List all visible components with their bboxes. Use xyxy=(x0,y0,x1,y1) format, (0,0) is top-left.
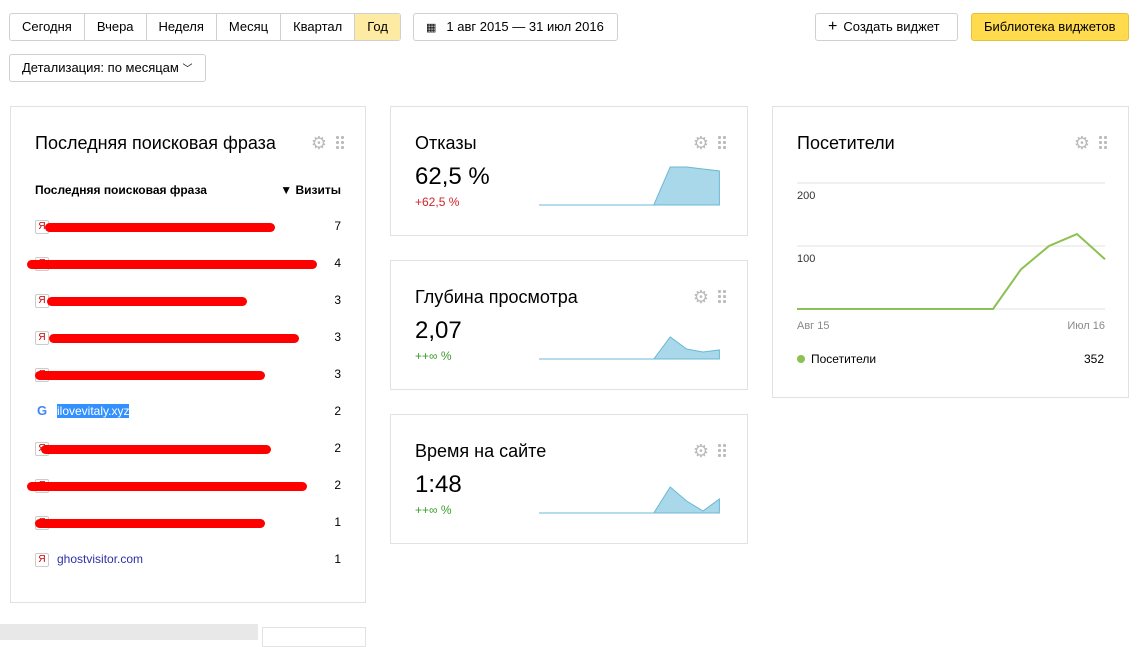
sparkline xyxy=(539,336,720,360)
google-icon: G xyxy=(36,403,48,418)
column-header-phrase[interactable]: Последняя поисковая фраза xyxy=(35,183,207,197)
period-3[interactable]: Месяц xyxy=(217,14,282,40)
yandex-icon: Я xyxy=(35,553,49,567)
visits-count: 2 xyxy=(334,478,341,492)
visits-count: 3 xyxy=(334,330,341,344)
table-row[interactable]: Я3 xyxy=(35,291,341,311)
drag-handle-icon[interactable] xyxy=(717,289,727,305)
gear-icon[interactable]: ⚙ xyxy=(693,134,709,152)
visits-count: 4 xyxy=(334,256,341,270)
widget-title: Время на сайте xyxy=(415,441,547,461)
metric-widget: Глубина просмотра ⚙ 2,07 ++∞ % xyxy=(390,260,748,390)
sparkline-area xyxy=(539,486,720,514)
redaction-scribble xyxy=(27,260,317,269)
date-range-button[interactable]: ▦ 1 авг 2015 — 31 июл 2016 xyxy=(413,13,618,41)
redaction-scribble xyxy=(35,371,265,380)
sparkline-area xyxy=(539,336,720,360)
legend-item: Посетители xyxy=(797,352,876,366)
table-row[interactable]: Я2 xyxy=(35,439,341,459)
gear-icon[interactable]: ⚙ xyxy=(1074,134,1090,152)
gear-icon[interactable]: ⚙ xyxy=(693,288,709,306)
series-line xyxy=(797,232,1106,310)
yandex-icon: Я xyxy=(35,331,49,345)
table-row[interactable]: Яghostvisitor.com 1 xyxy=(35,550,341,570)
redaction-scribble xyxy=(27,482,307,491)
legend-dot-icon xyxy=(797,355,805,363)
table-row[interactable]: Я4 xyxy=(27,254,341,274)
metric-delta: +62,5 % xyxy=(415,195,460,209)
redaction-scribble xyxy=(47,297,247,306)
redaction-scribble xyxy=(41,445,271,454)
sparkline-area xyxy=(539,166,720,206)
visits-count: 1 xyxy=(334,552,341,566)
metric-widget: Отказы ⚙ 62,5 % +62,5 % xyxy=(390,106,748,236)
sparkline xyxy=(539,166,720,206)
visitors-widget: Посетители ⚙ 100 200 Авг 15 Июл 16 Посетите… xyxy=(772,106,1129,398)
create-widget-button[interactable]: + Создать виджет xyxy=(815,13,958,41)
drag-handle-icon[interactable] xyxy=(717,443,727,459)
visitors-total: 352 xyxy=(1083,352,1104,366)
visits-count: 1 xyxy=(334,515,341,529)
widget-title: Посетители xyxy=(797,133,895,153)
drag-handle-icon[interactable] xyxy=(1098,135,1108,151)
widget-title: Глубина просмотра xyxy=(415,287,578,307)
table-row[interactable]: Я3 xyxy=(35,365,341,385)
search-phrase-link[interactable]: ilovevitaly.xyz xyxy=(57,404,130,418)
drag-handle-icon[interactable] xyxy=(335,135,345,151)
redaction-scribble xyxy=(49,334,299,343)
redaction-scribble xyxy=(35,519,265,528)
drag-handle-icon[interactable] xyxy=(717,135,727,151)
metric-value: 62,5 % xyxy=(415,163,490,190)
calendar-icon: ▦ xyxy=(426,22,437,34)
visits-count: 3 xyxy=(334,367,341,381)
period-5[interactable]: Год xyxy=(355,14,400,40)
redaction-scribble xyxy=(45,223,275,232)
column-header-visits[interactable]: ▼ Визиты xyxy=(280,183,341,197)
x-tick-label: Авг 15 xyxy=(797,320,829,332)
table-row[interactable]: Я1 xyxy=(35,513,341,533)
widget-partial xyxy=(262,627,366,647)
table-row[interactable]: Gilovevitaly.xyz 2 xyxy=(35,402,341,422)
y-tick-label: 100 xyxy=(797,253,815,265)
period-4[interactable]: Квартал xyxy=(281,14,356,40)
widget-title: Последняя поисковая фраза xyxy=(35,133,276,153)
sparkline xyxy=(539,486,720,514)
plus-icon: + xyxy=(828,18,838,35)
search-phrase-link[interactable]: ghostvisitor.com xyxy=(57,552,143,566)
metric-delta: ++∞ % xyxy=(415,349,452,363)
table-row[interactable]: Я3 xyxy=(35,328,341,348)
search-phrase-widget: Последняя поисковая фраза ⚙ Последняя по… xyxy=(10,106,366,603)
y-tick-label: 200 xyxy=(797,190,815,202)
period-selector: Сегодня Вчера Неделя Месяц Квартал Год xyxy=(9,13,401,41)
metric-value: 2,07 xyxy=(415,317,462,344)
widget-library-button[interactable]: Библиотека виджетов xyxy=(971,13,1129,41)
visits-count: 3 xyxy=(334,293,341,307)
detail-dropdown[interactable]: Детализация: по месяцам ﹀ xyxy=(9,54,206,82)
table-row[interactable]: Я7 xyxy=(35,217,341,237)
widget-title: Отказы xyxy=(415,133,477,153)
metric-widget: Время на сайте ⚙ 1:48 ++∞ % xyxy=(390,414,748,544)
metric-delta: ++∞ % xyxy=(415,503,452,517)
period-2[interactable]: Неделя xyxy=(147,14,217,40)
period-1[interactable]: Вчера xyxy=(85,14,147,40)
visits-count: 7 xyxy=(334,219,341,233)
chevron-down-icon: ﹀ xyxy=(182,64,193,75)
visits-count: 2 xyxy=(334,404,341,418)
gear-icon[interactable]: ⚙ xyxy=(693,442,709,460)
metric-value: 1:48 xyxy=(415,471,462,498)
table-row[interactable]: Я2 xyxy=(27,476,341,496)
period-0[interactable]: Сегодня xyxy=(10,14,85,40)
x-tick-label: Июл 16 xyxy=(1067,320,1105,332)
visits-count: 2 xyxy=(334,441,341,455)
scrollbar[interactable] xyxy=(0,624,258,640)
visitors-chart: 100 200 Авг 15 Июл 16 xyxy=(797,182,1106,332)
gear-icon[interactable]: ⚙ xyxy=(311,134,327,152)
